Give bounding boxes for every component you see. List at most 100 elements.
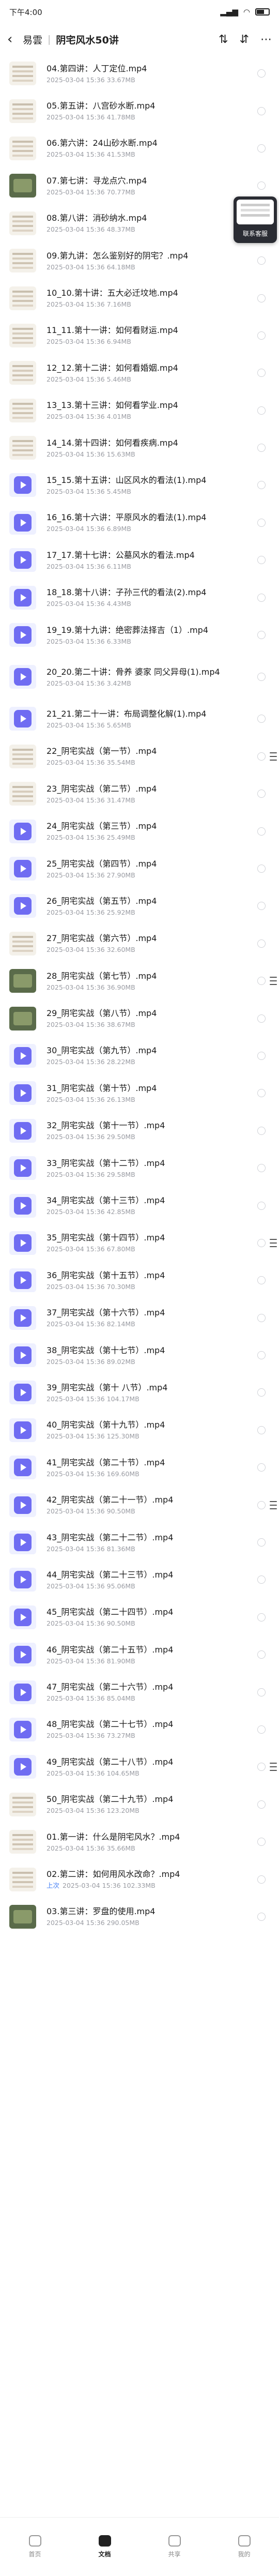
select-radio[interactable] — [257, 1164, 266, 1173]
file-row[interactable]: 16_16.第十六讲：平原风水的看法(1).mp4 2025-03-04 15:3… — [0, 504, 279, 541]
file-row[interactable]: 22_阴宅实战（第一节）.mp4 2025-03-04 15:36 35.54MB — [0, 738, 279, 775]
file-row[interactable]: 19_19.第十九讲：绝密葬法择吉（1）.mp4 2025-03-04 15:36… — [0, 616, 279, 654]
select-radio[interactable] — [257, 144, 266, 153]
file-row[interactable]: 02.第二讲：如何用风水改命？.mp4 上次 2025-03-04 15:36 10… — [0, 1860, 279, 1898]
select-radio[interactable] — [257, 107, 266, 115]
customer-service-card[interactable]: 联系客服 — [234, 196, 277, 243]
file-row[interactable]: 30_阴宅实战（第九节）.mp4 2025-03-04 15:36 28.22MB — [0, 1037, 279, 1074]
file-row[interactable]: 24_阴宅实战（第三节）.mp4 2025-03-04 15:36 25.49MB — [0, 812, 279, 850]
file-row[interactable]: 40_阴宅实战（第十九节）.mp4 2025-03-04 15:36 125.30… — [0, 1412, 279, 1449]
file-row[interactable]: 15_15.第十五讲：山区风水的看法(1).mp4 2025-03-04 15:3… — [0, 466, 279, 504]
select-radio[interactable] — [257, 1538, 266, 1547]
select-radio[interactable] — [257, 715, 266, 723]
drag-handle-icon[interactable] — [268, 746, 279, 767]
select-radio[interactable] — [257, 1201, 266, 1210]
file-row[interactable]: 36_阴宅实战（第十五节）.mp4 2025-03-04 15:36 70.30M… — [0, 1262, 279, 1299]
select-radio[interactable] — [257, 1800, 266, 1809]
file-row[interactable]: 32_阴宅实战（第十一节）.mp4 2025-03-04 15:36 29.50M… — [0, 1112, 279, 1149]
file-row[interactable]: 45_阴宅实战（第二十四节）.mp4 2025-03-04 15:36 90.50… — [0, 1599, 279, 1636]
select-radio[interactable] — [257, 1501, 266, 1509]
select-radio[interactable] — [257, 1238, 266, 1247]
file-row[interactable]: 18_18.第十八讲：子孙三代的看法(2).mp4 2025-03-04 15:3… — [0, 579, 279, 616]
tab-share[interactable]: 共享 — [140, 2518, 209, 2576]
select-radio[interactable] — [257, 406, 266, 415]
file-row[interactable]: 28_阴宅实战（第七节）.mp4 2025-03-04 15:36 36.90MB — [0, 962, 279, 999]
select-radio[interactable] — [257, 977, 266, 986]
select-radio[interactable] — [257, 1912, 266, 1921]
file-row[interactable]: 37_阴宅实战（第十六节）.mp4 2025-03-04 15:36 82.14M… — [0, 1299, 279, 1337]
select-radio[interactable] — [257, 1613, 266, 1622]
select-radio[interactable] — [257, 331, 266, 340]
tab-home[interactable]: 首页 — [0, 2518, 70, 2576]
select-radio[interactable] — [257, 481, 266, 490]
breadcrumb-parent[interactable]: 易雲 — [23, 33, 42, 47]
file-row[interactable]: 50_阴宅实战（第二十九节）.mp4 2025-03-04 15:36 123.2… — [0, 1786, 279, 1823]
file-row[interactable]: 33_阴宅实战（第十二节）.mp4 2025-03-04 15:36 29.58M… — [0, 1149, 279, 1187]
file-row[interactable]: 31_阴宅实战（第十节）.mp4 2025-03-04 15:36 26.13MB — [0, 1074, 279, 1112]
select-radio[interactable] — [257, 631, 266, 640]
select-radio[interactable] — [257, 1650, 266, 1659]
select-radio[interactable] — [257, 673, 266, 681]
drag-handle-icon[interactable] — [268, 1756, 279, 1777]
select-radio[interactable] — [257, 69, 266, 78]
file-row[interactable]: 25_阴宅实战（第四节）.mp4 2025-03-04 15:36 27.90MB — [0, 850, 279, 887]
file-row[interactable]: 27_阴宅实战（第六节）.mp4 2025-03-04 15:36 32.60MB — [0, 925, 279, 962]
file-row[interactable]: 11_11.第十一讲：如何看财运.mp4 2025-03-04 15:36 6.9… — [0, 317, 279, 354]
back-arrow-icon[interactable]: ‹ — [7, 32, 23, 47]
select-radio[interactable] — [257, 1575, 266, 1584]
select-radio[interactable] — [257, 1276, 266, 1285]
file-row[interactable]: 12_12.第十二讲：如何看婚姻.mp4 2025-03-04 15:36 5.4… — [0, 354, 279, 391]
drag-handle-icon[interactable] — [268, 971, 279, 991]
drag-handle-icon[interactable] — [268, 1495, 279, 1516]
select-radio[interactable] — [257, 1688, 266, 1696]
transfer-icon[interactable]: ⇅ — [219, 33, 228, 46]
select-radio[interactable] — [257, 1313, 266, 1322]
file-row[interactable]: 44_阴宅实战（第二十三节）.mp4 2025-03-04 15:36 95.06… — [0, 1561, 279, 1598]
file-row[interactable]: 09.第九讲：怎么鉴别好的阴宅？.mp4 2025-03-04 15:36 64.… — [0, 242, 279, 279]
file-row[interactable]: 04.第四讲：人丁定位.mp4 2025-03-04 15:36 33.67MB — [0, 55, 279, 92]
tab-mine[interactable]: 我的 — [209, 2518, 279, 2576]
select-radio[interactable] — [257, 1126, 266, 1135]
select-radio[interactable] — [257, 1725, 266, 1734]
sort-icon[interactable]: ⇵ — [240, 33, 249, 46]
select-radio[interactable] — [257, 827, 266, 836]
select-radio[interactable] — [257, 1351, 266, 1360]
file-row[interactable]: 29_阴宅实战（第八节）.mp4 2025-03-04 15:36 38.67MB — [0, 999, 279, 1037]
drag-handle-icon[interactable] — [268, 1233, 279, 1253]
select-radio[interactable] — [257, 752, 266, 761]
select-radio[interactable] — [257, 1875, 266, 1884]
select-radio[interactable] — [257, 1014, 266, 1023]
select-radio[interactable] — [257, 1838, 266, 1846]
select-radio[interactable] — [257, 1388, 266, 1397]
file-row[interactable]: 48_阴宅实战（第二十七节）.mp4 2025-03-04 15:36 73.27… — [0, 1711, 279, 1748]
select-radio[interactable] — [257, 790, 266, 798]
file-row[interactable]: 13_13.第十三讲：如何看学业.mp4 2025-03-04 15:36 4.0… — [0, 392, 279, 429]
select-radio[interactable] — [257, 1051, 266, 1060]
more-icon[interactable]: ⋯ — [260, 33, 272, 46]
select-radio[interactable] — [257, 369, 266, 377]
file-row[interactable]: 14_14.第十四讲：如何看疾病.mp4 2025-03-04 15:36 15.… — [0, 429, 279, 466]
file-row[interactable]: 03.第三讲：罗盘的使用.mp4 2025-03-04 15:36 290.05M… — [0, 1898, 279, 1935]
file-row[interactable]: 43_阴宅实战（第二十二节）.mp4 2025-03-04 15:36 81.36… — [0, 1524, 279, 1561]
file-row[interactable]: 17_17.第十七讲：公墓风水的看法.mp4 2025-03-04 15:36 6… — [0, 541, 279, 579]
file-row[interactable]: 35_阴宅实战（第十四节）.mp4 2025-03-04 15:36 67.80M… — [0, 1224, 279, 1262]
file-row[interactable]: 39_阴宅实战（第十 八节）.mp4 2025-03-04 15:36 104.1… — [0, 1374, 279, 1411]
select-radio[interactable] — [257, 1426, 266, 1434]
select-radio[interactable] — [257, 256, 266, 265]
file-row[interactable]: 20_20.第二十讲：骨养 婆家 同父异母(1).mp4 2025-03-04 1… — [0, 654, 279, 700]
select-radio[interactable] — [257, 1089, 266, 1098]
file-row[interactable]: 34_阴宅实战（第十三节）.mp4 2025-03-04 15:36 42.85M… — [0, 1187, 279, 1224]
select-radio[interactable] — [257, 902, 266, 911]
file-row[interactable]: 42_阴宅实战（第二十一节）.mp4 2025-03-04 15:36 90.50… — [0, 1486, 279, 1523]
select-radio[interactable] — [257, 444, 266, 452]
file-row[interactable]: 06.第六讲：24山砂水断.mp4 2025-03-04 15:36 41.53M… — [0, 130, 279, 167]
file-row[interactable]: 47_阴宅实战（第二十六节）.mp4 2025-03-04 15:36 85.04… — [0, 1673, 279, 1710]
select-radio[interactable] — [257, 1463, 266, 1472]
select-radio[interactable] — [257, 1763, 266, 1771]
tab-documents[interactable]: 文档 — [70, 2518, 140, 2576]
file-row[interactable]: 38_阴宅实战（第十七节）.mp4 2025-03-04 15:36 89.02M… — [0, 1337, 279, 1374]
file-row[interactable]: 46_阴宅实战（第二十五节）.mp4 2025-03-04 15:36 81.90… — [0, 1636, 279, 1673]
select-radio[interactable] — [257, 593, 266, 602]
select-radio[interactable] — [257, 294, 266, 302]
file-row[interactable]: 26_阴宅实战（第五节）.mp4 2025-03-04 15:36 25.92MB — [0, 887, 279, 925]
